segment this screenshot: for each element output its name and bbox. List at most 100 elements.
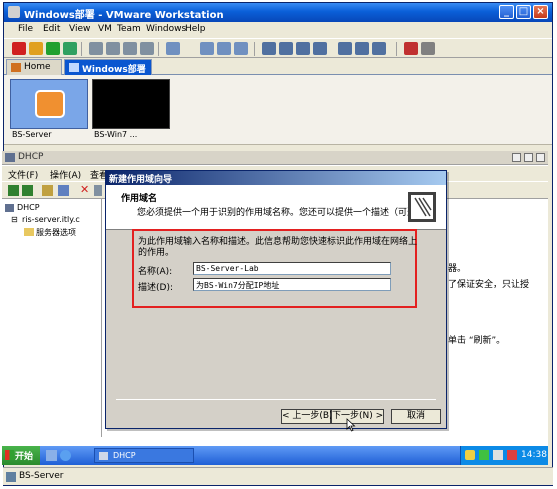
delete-icon[interactable]: ✕ (80, 184, 91, 196)
toolbar (4, 38, 552, 58)
forward-icon[interactable] (22, 185, 33, 196)
start-flag-icon (5, 450, 14, 460)
status-bar: BS-Server (3, 467, 553, 485)
wizard-header-subtitle: 您必须提供一个用于识别的作用域名称。您还可以提供一个描述（可选）。 (137, 208, 430, 218)
wizard-title: 新建作用域向导 (109, 175, 173, 185)
tree-dhcp-icon (5, 204, 14, 212)
taskbar-dhcp[interactable]: DHCP (94, 448, 194, 463)
clone-icon[interactable] (140, 42, 154, 55)
mmc-menu-file[interactable]: 文件(F) (8, 168, 38, 181)
team-icon[interactable] (217, 42, 231, 55)
name-description-highlight: 为此作用域输入名称和描述。此信息帮助您快速标识此作用域在网络上的作用。 名称(A… (132, 229, 417, 308)
scope-name-input[interactable]: BS-Server-Lab (193, 262, 391, 275)
up-icon[interactable] (42, 185, 53, 196)
snapshot-manager-icon[interactable] (123, 42, 137, 55)
console-tree: DHCP ⊟ ris-server.itly.c 服务器选项 (2, 199, 102, 437)
home-icon (11, 63, 21, 72)
snapshot-icon[interactable] (89, 42, 103, 55)
thumbnail-bs-win7[interactable]: BS-Win7 ... (92, 79, 170, 141)
mouse-cursor-icon (346, 418, 356, 432)
window-title: Windows部署 - VMware Workstation (24, 10, 224, 21)
back-button[interactable]: < 上一步(B) (281, 409, 333, 424)
wizard-instruction: 为此作用域输入名称和描述。此信息帮助您快速标识此作用域在网络上的作用。 (138, 237, 418, 258)
replay-icon[interactable] (421, 42, 435, 55)
clock: 14:38 (521, 450, 547, 460)
menu-vm[interactable]: VM (98, 24, 112, 34)
details-text-3: 单击 “刷新”。 (448, 336, 506, 346)
menu-bar: File Edit View VM Team Windows Help (4, 22, 552, 37)
thumbnail-bs-server[interactable]: BS-Server (10, 79, 88, 141)
dhcp-icon (5, 153, 15, 162)
mmc-close-icon[interactable] (536, 153, 545, 162)
server-status-icon (6, 472, 16, 482)
menu-help[interactable]: Help (185, 24, 206, 34)
vm-logo-icon (35, 90, 65, 118)
pause-icon[interactable] (29, 42, 43, 55)
tab-windows-deploy[interactable]: Windows部署 (64, 59, 152, 75)
thumbnail-bar: BS-Server BS-Win7 ... (4, 75, 552, 145)
description-label: 描述(D): (138, 283, 173, 293)
name-label: 名称(A): (138, 267, 173, 277)
title-bar: Windows部署 - VMware Workstation _ □ × (4, 3, 552, 22)
menu-windows[interactable]: Windows (146, 24, 186, 34)
new-scope-wizard: 新建作用域向导 作用域名 您必须提供一个用于识别的作用域名称。您还可以提供一个描… (105, 170, 447, 432)
tab-home[interactable]: Home (6, 59, 62, 75)
fullscreen-icon[interactable] (279, 42, 293, 55)
stop-record-icon[interactable] (404, 42, 418, 55)
system-tray: 14:38 (460, 446, 548, 465)
mmc-minimize-icon[interactable] (512, 153, 521, 162)
menu-edit[interactable]: Edit (43, 24, 60, 34)
wizard-header: 作用域名 您必须提供一个用于识别的作用域名称。您还可以提供一个描述（可选）。 (106, 185, 446, 230)
quicklaunch-desktop-icon[interactable] (46, 450, 57, 461)
settings-icon[interactable] (166, 42, 180, 55)
menu-team[interactable]: Team (117, 24, 141, 34)
status-text: BS-Server (19, 471, 64, 481)
tray-volume-icon[interactable] (493, 450, 503, 460)
wizard-separator (116, 399, 436, 400)
play-icon[interactable] (46, 42, 60, 55)
details-text-2: 了保证安全，只让授 (448, 280, 530, 290)
wizard-title-bar: 新建作用域向导 (106, 171, 446, 185)
summary-view-icon[interactable] (355, 42, 369, 55)
back-icon[interactable] (8, 185, 19, 196)
menu-view[interactable]: View (69, 24, 90, 34)
reset-icon[interactable] (63, 42, 77, 55)
scope-description-input[interactable]: 为BS-Win7分配IP地址 (193, 278, 391, 291)
appliance-view-icon[interactable] (372, 42, 386, 55)
start-button[interactable]: 开始 (2, 446, 40, 465)
tree-expand-icon[interactable]: ⊟ (11, 215, 18, 224)
fit-guest-icon[interactable] (313, 42, 327, 55)
mmc-menu-action[interactable]: 操作(A) (50, 168, 81, 181)
minimize-icon[interactable]: _ (499, 5, 514, 19)
properties-icon[interactable] (94, 185, 102, 196)
tray-security-icon[interactable] (507, 450, 517, 460)
tree-server-label[interactable]: ris-server.itly.c (22, 215, 80, 224)
guest-taskbar: 开始 DHCP 14:38 (2, 446, 548, 465)
vm-tab-icon (69, 63, 79, 72)
maximize-icon[interactable]: □ (516, 5, 531, 19)
tab-strip: Home Windows部署 (4, 58, 552, 75)
show-tree-icon[interactable] (58, 185, 69, 196)
network-icon[interactable] (200, 42, 214, 55)
taskbar-dhcp-icon (99, 452, 108, 460)
details-text-1: 器。 (448, 264, 467, 274)
power-off-icon[interactable] (12, 42, 26, 55)
tree-root-label[interactable]: DHCP (17, 203, 40, 212)
cancel-button[interactable]: 取消 (391, 409, 441, 424)
sidebar-icon[interactable] (262, 42, 276, 55)
close-icon[interactable]: × (533, 5, 548, 19)
wizard-header-title: 作用域名 (121, 194, 158, 204)
next-button[interactable]: 下一步(N) > (331, 409, 384, 424)
quickswitch-icon[interactable] (296, 42, 310, 55)
mmc-title-bar: DHCP (2, 151, 548, 165)
tree-options-label[interactable]: 服务器选项 (36, 227, 76, 238)
quicklaunch-ie-icon[interactable] (60, 450, 71, 461)
mmc-maximize-icon[interactable] (524, 153, 533, 162)
tray-network-icon[interactable] (479, 450, 489, 460)
console-view-icon[interactable] (338, 42, 352, 55)
drive-icon[interactable] (234, 42, 248, 55)
menu-file[interactable]: File (18, 24, 33, 34)
tray-shield-icon[interactable] (465, 450, 475, 460)
folder-icon (24, 228, 34, 236)
revert-icon[interactable] (106, 42, 120, 55)
